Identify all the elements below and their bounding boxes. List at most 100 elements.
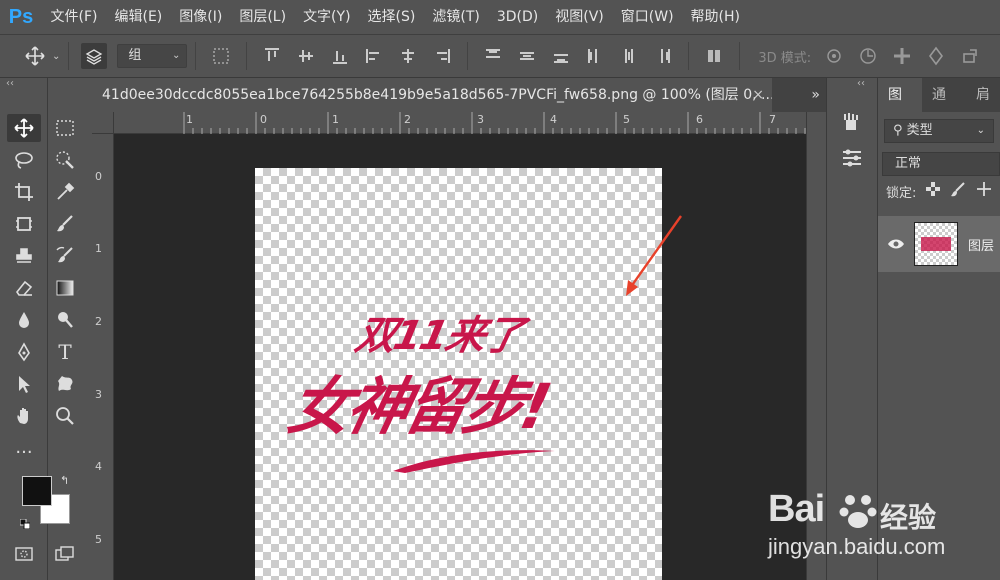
auto-select-icon[interactable] xyxy=(81,43,108,69)
transform-controls-icon[interactable] xyxy=(208,43,234,69)
artwork-swoosh xyxy=(393,450,555,473)
more-tabs-icon[interactable]: » xyxy=(811,78,820,112)
quick-select-tool-icon[interactable] xyxy=(48,146,82,174)
tool-panel: ‹‹ ··· ↰ xyxy=(0,78,70,580)
menu-layer[interactable]: 图层(L) xyxy=(231,0,295,34)
tab-layers[interactable]: 图层 xyxy=(878,78,922,137)
align-left-icon[interactable] xyxy=(361,43,387,69)
adjustments-icon[interactable] xyxy=(840,146,864,174)
history-brush-tool-icon[interactable] xyxy=(48,242,82,270)
menu-window[interactable]: 窗口(W) xyxy=(612,0,682,34)
eraser-tool-icon[interactable] xyxy=(7,274,41,302)
move-tool-icon[interactable] xyxy=(22,43,48,69)
ruler-tick: 5 xyxy=(623,113,630,126)
stamp-tool-icon[interactable] xyxy=(7,242,41,270)
horizontal-ruler[interactable]: 1 0 1 2 3 4 5 6 7 xyxy=(92,112,806,134)
align-hcenter-icon[interactable] xyxy=(395,43,421,69)
align-top-icon[interactable] xyxy=(259,43,285,69)
menu-view[interactable]: 视图(V) xyxy=(547,0,613,34)
search-icon: ⚲ xyxy=(893,123,903,138)
chevron-down-icon: ⌄ xyxy=(976,125,985,136)
move-tool-icon[interactable] xyxy=(7,114,41,142)
align-bottom-icon[interactable] xyxy=(327,43,353,69)
panel-collapse-icon[interactable]: ‹‹ xyxy=(0,78,47,92)
distribute-right-icon[interactable] xyxy=(650,43,676,69)
blend-mode-dropdown[interactable]: 正常 xyxy=(882,152,1000,176)
swap-colors-icon[interactable]: ↰ xyxy=(60,474,69,487)
layer-filter-dropdown[interactable]: ⚲ 类型 ⌄ xyxy=(884,119,994,143)
distribute-top-icon[interactable] xyxy=(480,43,506,69)
lock-label: 锁定: xyxy=(886,185,917,201)
marquee-tool-icon[interactable] xyxy=(48,114,82,142)
quick-mask-icon[interactable] xyxy=(7,540,41,568)
ruler-tick: 2 xyxy=(95,315,102,328)
3d-scale-icon[interactable] xyxy=(957,43,983,69)
menu-3d[interactable]: 3D(D) xyxy=(488,0,546,34)
screen-mode-icon[interactable] xyxy=(48,540,82,568)
gradient-tool-icon[interactable] xyxy=(48,274,82,302)
menu-filter[interactable]: 滤镜(T) xyxy=(424,0,488,34)
layer-row[interactable]: 图层 xyxy=(878,216,1000,272)
document-tab-title: 41d0ee30dccdc8055ea1bce764255b8e419b9e5a… xyxy=(102,87,772,103)
brush-tool-icon[interactable] xyxy=(48,210,82,238)
close-icon[interactable]: × xyxy=(752,78,764,112)
distribute-vcenter-icon[interactable] xyxy=(514,43,540,69)
layer-thumbnail[interactable] xyxy=(914,222,958,266)
path-select-tool-icon[interactable] xyxy=(7,370,41,398)
eyedropper-tool-icon[interactable] xyxy=(48,178,82,206)
crop-tool-icon[interactable] xyxy=(7,178,41,206)
3d-pan-icon[interactable] xyxy=(889,43,915,69)
blur-tool-icon[interactable] xyxy=(7,306,41,334)
ruler-origin[interactable] xyxy=(92,112,114,134)
canvas-area[interactable]: 双11来了 女神留步! xyxy=(114,134,806,580)
tab-channels[interactable]: 通道 xyxy=(922,78,966,137)
menu-type[interactable]: 文字(Y) xyxy=(295,0,359,34)
document-tab[interactable]: 41d0ee30dccdc8055ea1bce764255b8e419b9e5a… xyxy=(92,78,772,112)
lock-transparency-icon[interactable] xyxy=(926,182,941,200)
foreground-color-swatch[interactable] xyxy=(22,476,52,506)
distribute-left-icon[interactable] xyxy=(582,43,608,69)
3d-orbit-icon[interactable] xyxy=(821,43,847,69)
lock-position-icon[interactable] xyxy=(976,181,992,201)
eye-icon[interactable] xyxy=(878,238,914,250)
menu-file[interactable]: 文件(F) xyxy=(42,0,106,34)
align-right-icon[interactable] xyxy=(429,43,455,69)
document-canvas[interactable]: 双11来了 女神留步! xyxy=(255,168,662,580)
lock-pixels-icon[interactable] xyxy=(950,181,966,201)
menu-image[interactable]: 图像(I) xyxy=(171,0,231,34)
libraries-icon[interactable] xyxy=(840,110,864,138)
3d-roll-icon[interactable] xyxy=(855,43,881,69)
menu-help[interactable]: 帮助(H) xyxy=(682,0,748,34)
lasso-tool-icon[interactable] xyxy=(7,146,41,174)
menu-select[interactable]: 选择(S) xyxy=(359,0,424,34)
menu-edit[interactable]: 编辑(E) xyxy=(106,0,171,34)
thumbnail-artwork xyxy=(921,237,951,251)
zoom-tool-icon[interactable] xyxy=(48,402,82,430)
hand-tool-icon[interactable] xyxy=(7,402,41,430)
align-vcenter-icon[interactable] xyxy=(293,43,319,69)
chevron-down-icon: ⌄ xyxy=(172,50,181,61)
auto-select-value: 组 xyxy=(128,48,142,63)
3d-slide-icon[interactable] xyxy=(923,43,949,69)
auto-select-dropdown[interactable]: 组 ⌄ xyxy=(117,44,188,68)
dodge-tool-icon[interactable] xyxy=(48,306,82,334)
separator xyxy=(688,42,690,70)
custom-shape-tool-icon[interactable] xyxy=(48,370,82,398)
tool-preset-chevron-icon[interactable]: ⌄ xyxy=(52,51,60,62)
layer-name[interactable]: 图层 xyxy=(968,235,994,254)
distribute-bottom-icon[interactable] xyxy=(548,43,574,69)
watermark-brand: Bai xyxy=(768,488,825,530)
tab-paths[interactable]: 肩 xyxy=(966,78,1000,112)
type-tool-icon[interactable]: T xyxy=(48,338,82,366)
dock-collapse-icon[interactable]: ‹‹ xyxy=(827,78,877,92)
more-tools-icon[interactable]: ··· xyxy=(7,438,41,466)
vertical-ruler[interactable]: 0 1 2 3 4 5 xyxy=(92,134,114,580)
separator xyxy=(739,42,741,70)
artwork-line2: 女神留步! xyxy=(282,370,554,443)
auto-align-icon[interactable] xyxy=(701,43,727,69)
distribute-hcenter-icon[interactable] xyxy=(616,43,642,69)
ruler-tick: 1 xyxy=(186,113,193,126)
pen-tool-icon[interactable] xyxy=(7,338,41,366)
default-colors-icon[interactable] xyxy=(19,514,31,530)
frame-tool-icon[interactable] xyxy=(7,210,41,238)
